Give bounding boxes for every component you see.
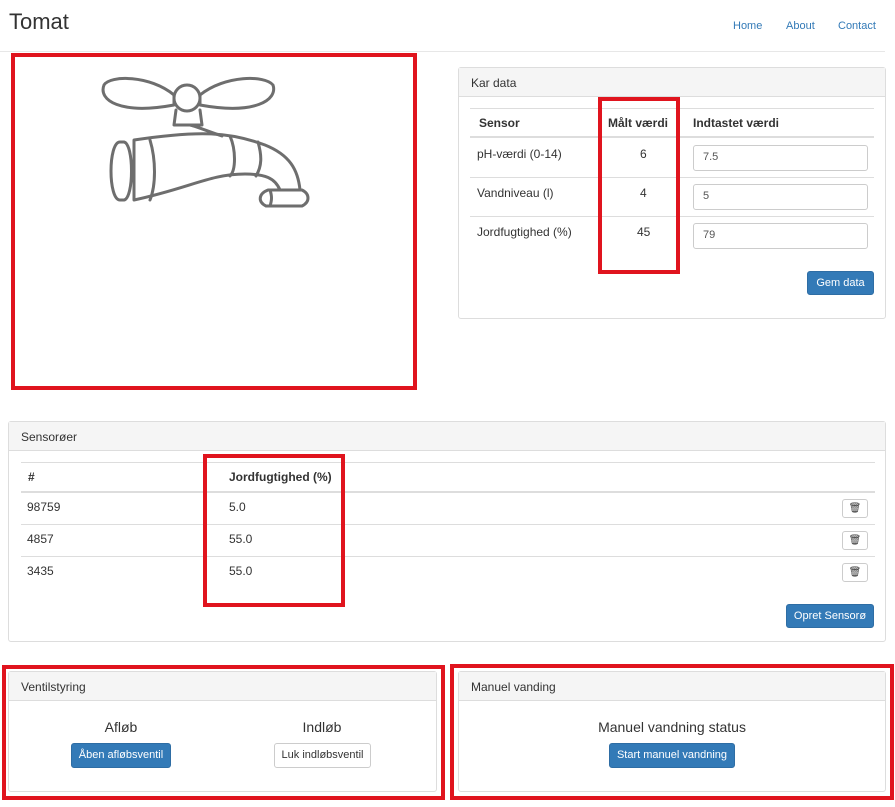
create-sensor-island-button[interactable]: Opret Sensorø — [786, 604, 874, 628]
nav-about[interactable]: About — [786, 20, 815, 32]
kar-row-sensor: pH-værdi (0-14) — [477, 147, 562, 161]
kar-col-sensor: Sensor — [479, 116, 520, 130]
sensor-id: 4857 — [27, 532, 54, 546]
header-divider — [0, 51, 885, 52]
highlight-box-manual — [450, 664, 894, 800]
sensor-islands-panel: Sensorøer — [8, 421, 886, 642]
sensor-table-header — [21, 462, 875, 493]
delete-sensor-button[interactable]: 🗑 — [842, 499, 868, 518]
sensor-id: 3435 — [27, 564, 54, 578]
kar-data-title: Kar data — [459, 68, 885, 97]
ph-value-input[interactable]: 7.5 — [693, 145, 868, 171]
row-divider — [21, 556, 875, 557]
kar-col-input: Indtastet værdi — [693, 116, 780, 130]
trash-icon: 🗑 — [848, 567, 862, 578]
delete-sensor-button[interactable]: 🗑 — [842, 531, 868, 550]
water-level-input[interactable]: 5 — [693, 184, 868, 210]
trash-icon: 🗑 — [848, 535, 862, 546]
highlight-box-moisture — [203, 454, 345, 607]
sensor-islands-title: Sensorøer — [9, 422, 885, 451]
delete-sensor-button[interactable]: 🗑 — [842, 563, 868, 582]
highlight-box-measured — [598, 97, 680, 274]
highlight-box-faucet — [11, 53, 417, 390]
soil-moisture-input[interactable]: 79 — [693, 223, 868, 249]
kar-row-sensor: Jordfugtighed (%) — [477, 225, 572, 239]
trash-icon: 🗑 — [848, 503, 862, 514]
nav-home[interactable]: Home — [733, 20, 762, 32]
nav-contact[interactable]: Contact — [838, 20, 876, 32]
sensor-id: 98759 — [27, 500, 61, 514]
highlight-box-valve — [2, 665, 445, 800]
brand-title[interactable]: Tomat — [9, 9, 69, 35]
kar-row-sensor: Vandniveau (l) — [477, 186, 554, 200]
row-divider — [21, 524, 875, 525]
sensor-col-id: # — [28, 470, 35, 484]
save-data-button[interactable]: Gem data — [807, 271, 874, 295]
